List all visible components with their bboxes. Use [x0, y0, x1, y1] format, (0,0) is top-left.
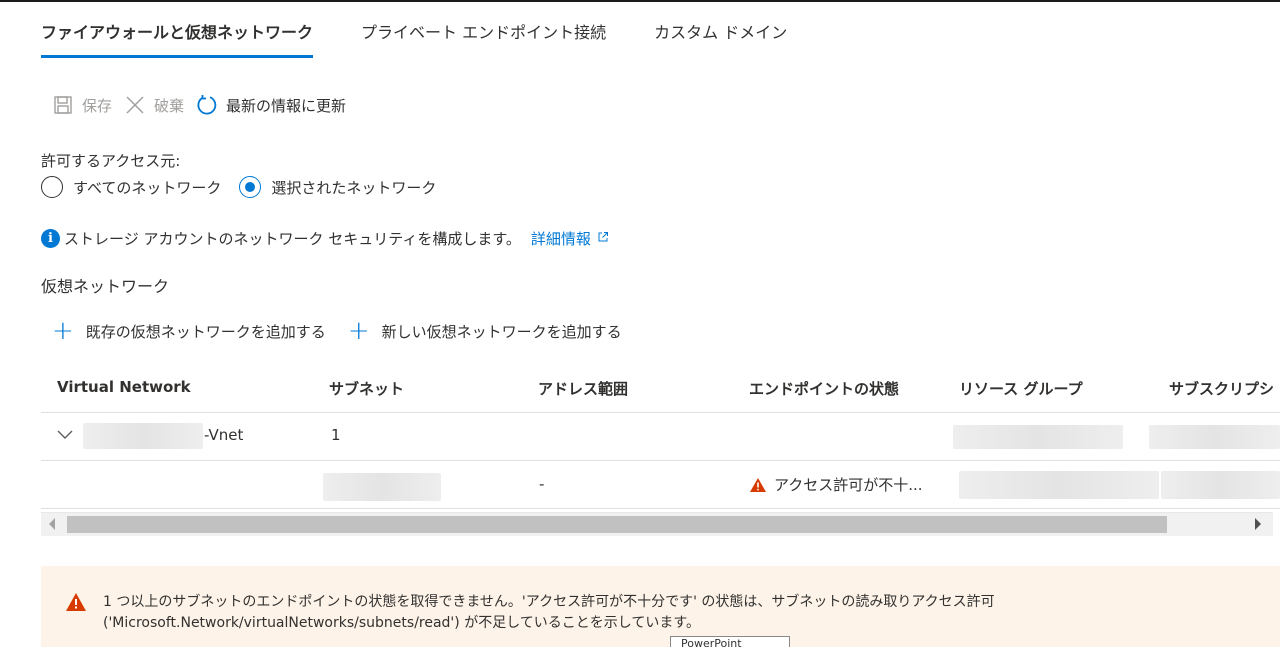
info-icon: i: [41, 229, 60, 248]
table-row[interactable]: - アクセス許可が不十...: [41, 461, 1280, 509]
plus-icon: +: [347, 316, 370, 346]
tab-bar: ファイアウォールと仮想ネットワーク プライベート エンドポイント接続 カスタム …: [41, 20, 835, 60]
refresh-icon: [196, 94, 218, 116]
redacted-subscription: [1149, 425, 1280, 449]
warning-icon: [749, 477, 767, 497]
discard-label: 破棄: [154, 96, 185, 115]
redacted-resource-group: [953, 425, 1123, 449]
vnet-section-title: 仮想ネットワーク: [41, 277, 170, 296]
tab-custom-domain[interactable]: カスタム ドメイン: [654, 20, 787, 58]
learn-more-link[interactable]: 詳細情報: [531, 228, 591, 249]
radio-all-networks[interactable]: すべてのネットワーク: [41, 176, 221, 198]
col-subnet[interactable]: サブネット: [329, 378, 404, 399]
redacted-subnet-name: [323, 473, 441, 501]
discard-button[interactable]: 破棄: [124, 94, 184, 116]
col-virtual-network[interactable]: Virtual Network: [57, 378, 191, 396]
col-subscription[interactable]: サブスクリプシ: [1169, 378, 1274, 399]
add-new-label: 新しい仮想ネットワークを追加する: [381, 322, 622, 341]
refresh-button[interactable]: 最新の情報に更新: [196, 94, 346, 116]
vnet-name-suffix: -Vnet: [204, 426, 244, 444]
radio-circle: [41, 176, 63, 198]
refresh-label: 最新の情報に更新: [226, 96, 347, 115]
table-row[interactable]: -Vnet 1: [41, 413, 1280, 461]
radio-circle-selected: [239, 176, 262, 198]
redacted-subscription: [1161, 471, 1280, 499]
chevron-down-icon[interactable]: [57, 427, 73, 445]
scroll-right-arrow[interactable]: [1255, 518, 1261, 530]
access-label: 許可するアクセス元:: [41, 152, 181, 170]
radio-all-label: すべてのネットワーク: [73, 178, 222, 197]
radio-selected-label: 選択されたネットワーク: [271, 178, 437, 197]
info-text: ストレージ アカウントのネットワーク セキュリティを構成します。: [64, 230, 521, 248]
add-new-vnet-button[interactable]: + 新しい仮想ネットワークを追加する: [347, 316, 622, 346]
warning-line-2: ('Microsoft.Network/virtualNetworks/subn…: [103, 615, 700, 631]
close-icon: [124, 94, 146, 116]
tab-firewall-vnet[interactable]: ファイアウォールと仮想ネットワーク: [41, 20, 314, 58]
save-icon: [52, 94, 74, 116]
vnet-add-bar: + 既存の仮想ネットワークを追加する + 新しい仮想ネットワークを追加する: [52, 316, 644, 346]
endpoint-status: アクセス許可が不十...: [774, 476, 923, 494]
warning-icon: [65, 592, 87, 616]
table-header: Virtual Network サブネット アドレス範囲 エンドポイントの状態 …: [41, 365, 1280, 413]
redacted-resource-group: [959, 471, 1159, 499]
redacted-vnet-name: [83, 423, 203, 449]
col-address-range[interactable]: アドレス範囲: [538, 378, 628, 399]
scrollbar-thumb[interactable]: [67, 516, 1167, 533]
col-endpoint-status[interactable]: エンドポイントの状態: [749, 378, 899, 399]
window-top-border: [0, 0, 1280, 2]
info-message: i ストレージ アカウントのネットワーク セキュリティを構成します。 詳細情報: [41, 228, 609, 249]
radio-selected-networks[interactable]: 選択されたネットワーク: [239, 176, 436, 198]
subnet-count: 1: [331, 426, 341, 444]
col-resource-group[interactable]: リソース グループ: [959, 378, 1083, 399]
horizontal-scrollbar[interactable]: [41, 512, 1273, 536]
save-label: 保存: [82, 96, 113, 115]
tab-private-endpoints[interactable]: プライベート エンドポイント接続: [361, 20, 606, 58]
tooltip: PowerPoint: [670, 636, 790, 647]
warning-text: 1 つ以上のサブネットのエンドポイントの状態を取得できません。'アクセス許可が不…: [103, 592, 995, 634]
address-range: -: [539, 475, 545, 493]
external-link-icon: [597, 231, 609, 246]
warning-banner: 1 つ以上のサブネットのエンドポイントの状態を取得できません。'アクセス許可が不…: [41, 566, 1280, 647]
command-bar: 保存 破棄 最新の情報に更新: [52, 91, 358, 119]
add-existing-label: 既存の仮想ネットワークを追加する: [85, 322, 326, 341]
access-radio-group: すべてのネットワーク 選択されたネットワーク: [41, 176, 454, 198]
vnet-table: Virtual Network サブネット アドレス範囲 エンドポイントの状態 …: [41, 365, 1280, 509]
save-button[interactable]: 保存: [52, 94, 112, 116]
plus-icon: +: [52, 316, 74, 346]
scroll-left-arrow[interactable]: [49, 518, 55, 530]
warning-line-1: 1 つ以上のサブネットのエンドポイントの状態を取得できません。'アクセス許可が不…: [103, 594, 995, 610]
add-existing-vnet-button[interactable]: + 既存の仮想ネットワークを追加する: [52, 316, 326, 346]
